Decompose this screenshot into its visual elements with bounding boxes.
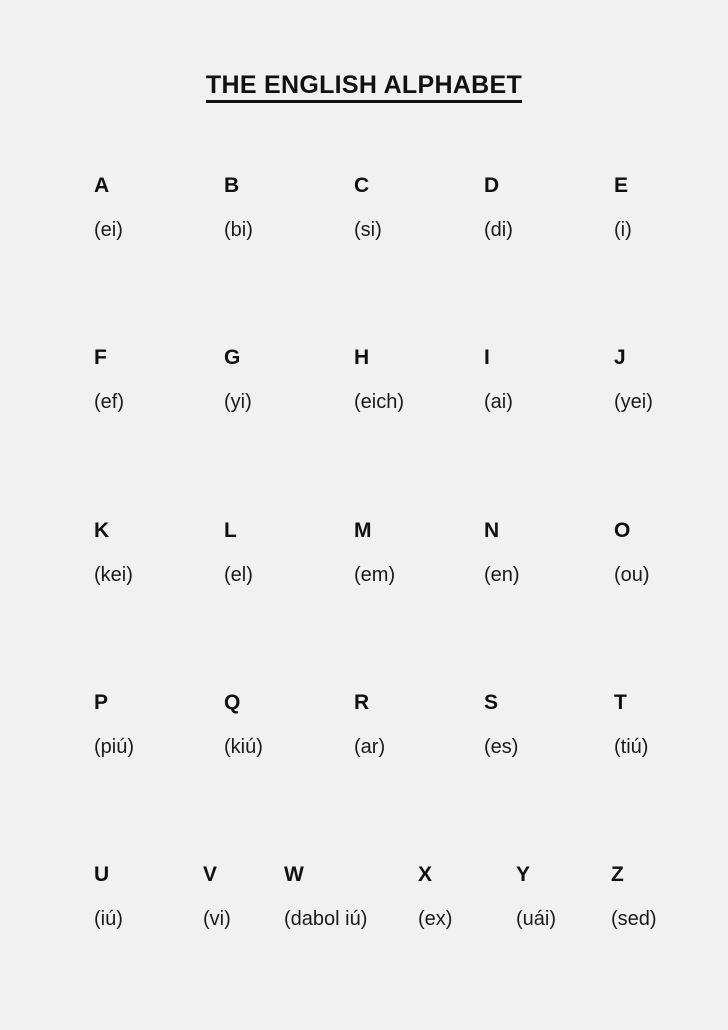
alphabet-pronunciation: (ou)	[614, 564, 650, 586]
alphabet-entry-j: J (yei)	[614, 347, 653, 412]
alphabet-entry-w: W (dabol iú)	[284, 864, 367, 929]
alphabet-pronunciation: (el)	[224, 564, 253, 586]
alphabet-pronunciation: (iú)	[94, 908, 123, 930]
alphabet-entry-h: H (eich)	[354, 347, 404, 412]
alphabet-letter: Y	[516, 863, 531, 886]
alphabet-entry-t: T (tiú)	[614, 692, 648, 757]
alphabet-pronunciation: (i)	[614, 219, 632, 241]
alphabet-pronunciation: (bi)	[224, 219, 253, 241]
alphabet-row: A (ei) B (bi) C (si) D (di) E (i)	[0, 175, 728, 265]
alphabet-pronunciation: (en)	[484, 564, 520, 586]
alphabet-letter: X	[418, 863, 433, 886]
alphabet-letter: A	[94, 174, 110, 197]
alphabet-entry-u: U (iú)	[94, 864, 123, 929]
alphabet-pronunciation: (kiú)	[224, 736, 263, 758]
alphabet-letter: T	[614, 691, 627, 714]
alphabet-row: U (iú) V (vi) W (dabol iú) X (ex) Y (uái) Z (sed)	[0, 864, 728, 954]
alphabet-pronunciation: (piú)	[94, 736, 135, 758]
alphabet-letter: C	[354, 174, 370, 197]
alphabet-letter: P	[94, 691, 109, 714]
alphabet-pronunciation: (ar)	[354, 736, 386, 758]
alphabet-letter: B	[224, 174, 240, 197]
alphabet-letter: G	[224, 346, 241, 369]
alphabet-letter: V	[203, 863, 218, 886]
alphabet-row: F (ef) G (yi) H (eich) I (ai) J (yei)	[0, 347, 728, 437]
alphabet-letter: M	[354, 519, 372, 542]
alphabet-entry-p: P (piú)	[94, 692, 134, 757]
alphabet-entry-r: R (ar)	[354, 692, 385, 757]
alphabet-pronunciation: (sed)	[611, 908, 657, 930]
alphabet-entry-s: S (es)	[484, 692, 518, 757]
alphabet-pronunciation: (ef)	[94, 391, 124, 413]
alphabet-entry-o: O (ou)	[614, 520, 650, 585]
alphabet-entry-v: V (vi)	[203, 864, 231, 929]
alphabet-letter: R	[354, 691, 370, 714]
alphabet-row: P (piú) Q (kiú) R (ar) S (es) T (tiú)	[0, 692, 728, 782]
alphabet-pronunciation: (ai)	[484, 391, 513, 413]
alphabet-pronunciation: (yi)	[224, 391, 252, 413]
alphabet-pronunciation: (yei)	[614, 391, 653, 413]
alphabet-entry-x: X (ex)	[418, 864, 452, 929]
alphabet-entry-g: G (yi)	[224, 347, 252, 412]
alphabet-letter: U	[94, 863, 110, 886]
alphabet-letter: W	[284, 863, 304, 886]
alphabet-entry-n: N (en)	[484, 520, 520, 585]
alphabet-entry-a: A (ei)	[94, 175, 123, 240]
alphabet-entry-k: K (kei)	[94, 520, 133, 585]
alphabet-letter: N	[484, 519, 500, 542]
alphabet-letter: L	[224, 519, 237, 542]
alphabet-pronunciation: (tiú)	[614, 736, 649, 758]
alphabet-worksheet-page: THE ENGLISH ALPHABET A (ei) B (bi) C (si) D (di…	[0, 0, 728, 1030]
alphabet-entry-c: C (si)	[354, 175, 382, 240]
alphabet-letter: O	[614, 519, 631, 542]
alphabet-letter: J	[614, 346, 626, 369]
alphabet-entry-y: Y (uái)	[516, 864, 556, 929]
alphabet-entry-q: Q (kiú)	[224, 692, 263, 757]
alphabet-pronunciation: (eich)	[354, 391, 405, 413]
alphabet-pronunciation: (es)	[484, 736, 519, 758]
alphabet-entry-m: M (em)	[354, 520, 395, 585]
alphabet-entry-f: F (ef)	[94, 347, 124, 412]
alphabet-pronunciation: (dabol iú)	[284, 908, 368, 930]
alphabet-entry-b: B (bi)	[224, 175, 253, 240]
alphabet-letter: K	[94, 519, 110, 542]
alphabet-grid: A (ei) B (bi) C (si) D (di) E (i) F (ef) G (yi) H (eich…	[0, 0, 728, 1030]
alphabet-letter: H	[354, 346, 370, 369]
alphabet-entry-e: E (i)	[614, 175, 632, 240]
alphabet-letter: I	[484, 346, 490, 369]
alphabet-letter: F	[94, 346, 107, 369]
alphabet-entry-z: Z (sed)	[611, 864, 657, 929]
alphabet-entry-l: L (el)	[224, 520, 253, 585]
alphabet-entry-i: I (ai)	[484, 347, 513, 412]
alphabet-letter: Z	[611, 863, 624, 886]
alphabet-letter: D	[484, 174, 500, 197]
alphabet-pronunciation: (ei)	[94, 219, 123, 241]
alphabet-letter: E	[614, 174, 629, 197]
alphabet-pronunciation: (em)	[354, 564, 396, 586]
alphabet-letter: Q	[224, 691, 241, 714]
alphabet-letter: S	[484, 691, 499, 714]
alphabet-pronunciation: (kei)	[94, 564, 133, 586]
alphabet-pronunciation: (di)	[484, 219, 513, 241]
alphabet-pronunciation: (ex)	[418, 908, 453, 930]
alphabet-pronunciation: (uái)	[516, 908, 557, 930]
alphabet-entry-d: D (di)	[484, 175, 513, 240]
alphabet-pronunciation: (si)	[354, 219, 382, 241]
alphabet-pronunciation: (vi)	[203, 908, 231, 930]
alphabet-row: K (kei) L (el) M (em) N (en) O (ou)	[0, 520, 728, 610]
